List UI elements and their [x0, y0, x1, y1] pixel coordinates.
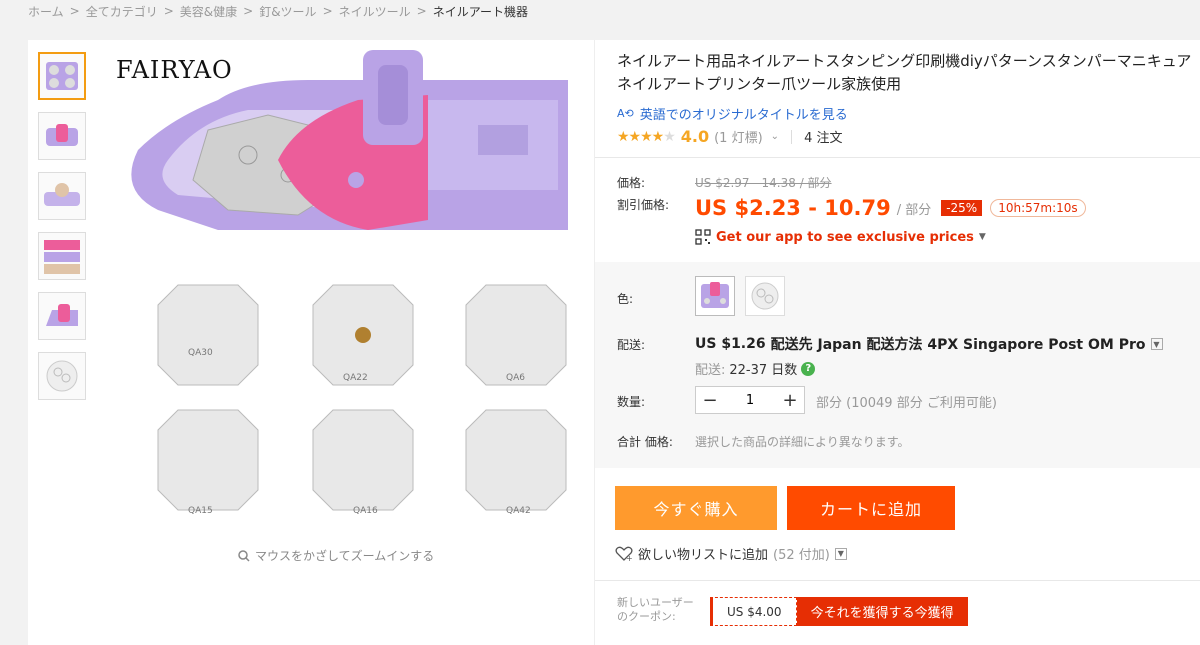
- product-card: FAIRYAO QA30 QA22 QA6 QA15 QA16 QA42 マウス…: [28, 40, 1200, 645]
- delivery-days: 22-37 日数: [729, 363, 798, 378]
- chevron-down-icon[interactable]: ▼: [1150, 338, 1163, 350]
- options-panel: 色: 配送: US $1.26 配送先 Japan 配送方法 4PX Singa…: [595, 262, 1200, 468]
- total-price-note: 選択した商品の詳細により異なります。: [695, 435, 910, 449]
- qr-code-icon: [695, 229, 711, 245]
- product-info: ネイルアート用品ネイルアートスタンピング印刷機diyパターンスタンパーマニキュア…: [594, 40, 1200, 645]
- translate-link[interactable]: A⟲ 英語でのオリジナルタイトルを見る: [617, 104, 848, 123]
- heart-icon: +: [615, 546, 633, 562]
- add-to-cart-button[interactable]: カートに追加: [787, 486, 955, 530]
- breadcrumb-beauty-health[interactable]: 美容&健康: [180, 3, 237, 20]
- quantity-stepper: − +: [695, 386, 805, 414]
- original-price: US $2.97 - 14.38 / 部分: [695, 176, 832, 190]
- svg-text:QA16: QA16: [353, 506, 378, 516]
- zoom-hint-text: マウスをかざしてズームインする: [255, 549, 435, 563]
- wishlist-button[interactable]: + 欲しい物リストに追加 (52 付加) ▼: [615, 544, 847, 563]
- svg-text:+: +: [626, 554, 633, 562]
- wishlist-text: 欲しい物リストに追加: [638, 548, 769, 563]
- thumbnail-6[interactable]: [38, 352, 86, 400]
- price-block: 価格: US $2.97 - 14.38 / 部分 割引価格: US $2.23…: [595, 158, 1200, 261]
- color-swatch-plate[interactable]: [745, 276, 785, 316]
- discount-price-label: 割引価格:: [617, 198, 670, 212]
- wishlist-count: (52 付加): [773, 548, 830, 563]
- app-promo-text: Get our app to see exclusive prices: [716, 229, 974, 245]
- svg-text:QA15: QA15: [188, 506, 213, 516]
- translate-link-text: 英語でのオリジナルタイトルを見る: [639, 108, 848, 123]
- svg-text:QA30: QA30: [188, 348, 213, 358]
- star-rating-icon: ★★★★★: [617, 128, 676, 145]
- magnifier-icon: [238, 549, 250, 562]
- total-price-label: 合計 価格:: [617, 435, 673, 449]
- breadcrumb-current: ネイルアート機器: [432, 4, 528, 19]
- decrease-quantity-button[interactable]: −: [696, 387, 724, 413]
- zoom-hint: マウスをかざしてズームインする: [238, 547, 434, 564]
- translate-icon: A⟲: [617, 107, 634, 120]
- main-product-image[interactable]: FAIRYAO QA30 QA22 QA6 QA15 QA16 QA42: [98, 40, 578, 580]
- buy-now-button[interactable]: 今すぐ購入: [615, 486, 777, 530]
- divider: [791, 129, 793, 144]
- shipping-price: US $1.26: [695, 336, 766, 352]
- discount-price: US $2.23 - 10.79: [695, 196, 891, 220]
- rating-count[interactable]: (1 灯標): [714, 127, 763, 146]
- breadcrumb-separator: >: [69, 4, 80, 18]
- order-count: 4 注文: [804, 131, 843, 146]
- breadcrumb-all-categories[interactable]: 全てカテゴリ: [86, 3, 158, 20]
- breadcrumb-separator: >: [163, 4, 174, 18]
- help-icon[interactable]: ?: [801, 361, 816, 376]
- price-unit: / 部分: [896, 202, 932, 218]
- breadcrumb-nail-tools[interactable]: ネイルツール: [339, 3, 411, 20]
- discount-badge: -25%: [941, 200, 983, 216]
- thumbnail-1[interactable]: [38, 52, 86, 100]
- increase-quantity-button[interactable]: +: [776, 387, 804, 413]
- coupon-amount: US $4.00: [710, 597, 797, 626]
- brand-logo: FAIRYAO: [116, 56, 233, 84]
- thumbnail-2[interactable]: [38, 112, 86, 160]
- delivery-estimate: 配送: 22-37 日数 ?: [695, 359, 816, 378]
- thumbnail-5[interactable]: [38, 292, 86, 340]
- shipping-label: 配送:: [617, 338, 646, 352]
- chevron-down-icon[interactable]: ⌄: [771, 131, 779, 142]
- shipping-text: 配送先 Japan 配送方法 4PX Singapore Post OM Pro: [770, 337, 1146, 353]
- breadcrumb-home[interactable]: ホーム: [28, 3, 64, 20]
- coupon-label: 新しいユーザーのクーポン:: [617, 596, 694, 623]
- rating-value: 4.0: [680, 127, 710, 146]
- rating-row: ★★★★★ 4.0 (1 灯標) ⌄ 4 注文: [617, 127, 842, 146]
- availability-text: 部分 (10049 部分 ご利用可能): [816, 396, 997, 411]
- svg-text:QA6: QA6: [506, 373, 525, 383]
- divider: [595, 580, 1200, 581]
- app-promo[interactable]: Get our app to see exclusive prices ▼: [695, 229, 986, 245]
- delivery-prefix: 配送:: [695, 363, 726, 378]
- breadcrumb: ホーム > 全てカテゴリ > 美容&健康 > 釘&ツール > ネイルツール > …: [28, 0, 528, 22]
- countdown-timer: 10h:57m:10s: [990, 199, 1086, 217]
- color-swatch-machine[interactable]: [695, 276, 735, 316]
- quantity-input[interactable]: [730, 392, 770, 408]
- discount-price-row: US $2.23 - 10.79 / 部分 -25% 10h:57m:10s: [695, 196, 1086, 220]
- breadcrumb-nails-tools[interactable]: 釘&ツール: [259, 3, 316, 20]
- chevron-down-icon[interactable]: ▼: [834, 547, 847, 560]
- color-label: 色:: [617, 292, 634, 306]
- price-label: 価格:: [617, 176, 646, 190]
- svg-text:QA22: QA22: [343, 373, 368, 383]
- thumbnail-3[interactable]: [38, 172, 86, 220]
- thumbnail-list: [38, 52, 88, 412]
- caret-down-icon: ▼: [978, 232, 986, 242]
- breadcrumb-separator: >: [322, 4, 333, 18]
- shipping-info[interactable]: US $1.26 配送先 Japan 配送方法 4PX Singapore Po…: [695, 334, 1163, 354]
- quantity-label: 数量:: [617, 395, 646, 409]
- plate-grid: QA30 QA22 QA6 QA15 QA16 QA42: [157, 284, 567, 516]
- breadcrumb-separator: >: [243, 4, 254, 18]
- breadcrumb-separator: >: [416, 4, 427, 18]
- new-user-coupon: US $4.00 今それを獲得する今獲得: [710, 597, 968, 626]
- svg-text:QA42: QA42: [506, 506, 531, 516]
- product-title: ネイルアート用品ネイルアートスタンピング印刷機diyパターンスタンパーマニキュア…: [617, 52, 1192, 93]
- get-coupon-button[interactable]: 今それを獲得する今獲得: [796, 597, 968, 626]
- thumbnail-4[interactable]: [38, 232, 86, 280]
